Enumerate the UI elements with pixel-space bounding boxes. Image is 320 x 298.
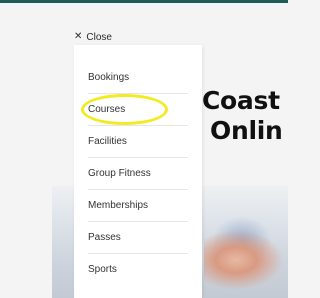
menu-item-bookings[interactable]: Bookings: [88, 61, 188, 94]
menu-item-memberships[interactable]: Memberships: [88, 189, 188, 222]
page-title: Coast Onlin: [202, 86, 283, 146]
page-title-line-1: Coast: [202, 86, 280, 115]
menu-item-courses[interactable]: Courses: [88, 93, 188, 126]
close-button[interactable]: ✕ Close: [74, 30, 112, 44]
navigation-menu: Bookings Courses Facilities Group Fitnes…: [74, 45, 202, 298]
menu-item-facilities[interactable]: Facilities: [88, 125, 188, 158]
header-accent-bar: [0, 0, 288, 3]
close-label: Close: [86, 31, 112, 43]
menu-item-group-fitness[interactable]: Group Fitness: [88, 157, 188, 190]
close-icon: ✕: [74, 31, 83, 42]
menu-item-sports[interactable]: Sports: [88, 253, 188, 285]
menu-item-passes[interactable]: Passes: [88, 221, 188, 254]
page-title-line-2: Onlin: [210, 116, 283, 145]
